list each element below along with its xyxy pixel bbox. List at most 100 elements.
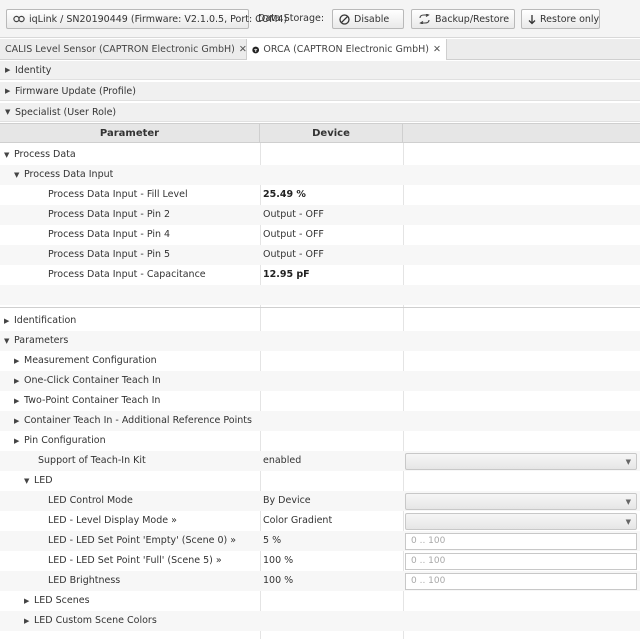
tab-orca-label: ORCA (CAPTRON Electronic GmbH)	[263, 44, 430, 55]
param-label: Process Data Input - Pin 5	[48, 249, 171, 260]
set-point-empty-input[interactable]: 0 .. 100	[405, 533, 637, 550]
collapse-triangle-icon: ▼	[5, 108, 11, 116]
tree-row-parameters[interactable]: ▼ Parameters	[0, 331, 640, 351]
param-row-led-control-mode: LED Control Mode By Device ▼	[0, 491, 640, 511]
collapse-triangle-icon: ▼	[24, 477, 30, 485]
tree-row-one-click-teach[interactable]: ▶ One-Click Container Teach In	[0, 371, 640, 391]
tree-row-label: ▶ One-Click Container Teach In	[14, 371, 161, 391]
collapse-triangle-icon: ▼	[4, 337, 10, 345]
tree-row-process-data[interactable]: ▼ Process Data	[0, 145, 640, 165]
tree-row-label: ▼ Process Data Input	[14, 165, 113, 185]
param-label: LED - Level Display Mode »	[48, 515, 177, 526]
empty-row	[0, 285, 640, 305]
close-icon[interactable]: ✕	[239, 44, 247, 55]
tree-row-led[interactable]: ▼ LED	[0, 471, 640, 491]
tree-row-measurement-configuration[interactable]: ▶ Measurement Configuration	[0, 351, 640, 371]
section-identity[interactable]: ▶ Identity	[0, 61, 640, 80]
led-control-mode-dropdown[interactable]: ▼	[405, 493, 637, 510]
tree-row-label: ▶ LED Scenes	[24, 591, 90, 611]
param-row-pin-2: Process Data Input - Pin 2 Output - OFF	[0, 205, 640, 225]
section-firmware-update[interactable]: ▶ Firmware Update (Profile)	[0, 82, 640, 101]
expand-triangle-icon: ▶	[14, 397, 20, 405]
param-value: Color Gradient	[263, 515, 333, 526]
toolbar: iqLink / SN20190449 (Firmware: V2.1.0.5,…	[0, 0, 640, 38]
teach-in-kit-dropdown[interactable]: ▼	[405, 453, 637, 470]
tab-calis-label: CALIS Level Sensor (CAPTRON Electronic G…	[5, 44, 235, 55]
restore-only-button[interactable]: Restore only	[521, 9, 600, 29]
param-row-fill-level: Process Data Input - Fill Level 25.49 %	[0, 185, 640, 205]
param-row-pin-5: Process Data Input - Pin 5 Output - OFF	[0, 245, 640, 265]
tree-row-process-data-input[interactable]: ▼ Process Data Input	[0, 165, 640, 185]
level-display-mode-dropdown[interactable]: ▼	[405, 513, 637, 530]
tree-row-label: ▼ LED	[24, 471, 53, 491]
data-storage-label: Data Storage:	[258, 13, 325, 24]
param-row-level-display-mode: LED - Level Display Mode » Color Gradien…	[0, 511, 640, 531]
param-label: LED - LED Set Point 'Full' (Scene 5) »	[48, 555, 222, 566]
param-label: Process Data Input - Capacitance	[48, 269, 206, 280]
tab-calis-level-sensor[interactable]: CALIS Level Sensor (CAPTRON Electronic G…	[0, 39, 247, 60]
backup-restore-label: Backup/Restore	[435, 13, 510, 25]
expand-triangle-icon: ▶	[14, 357, 20, 365]
chevron-down-icon: ▼	[625, 518, 631, 526]
tree-row-label: ▶ Two-Point Container Teach In	[14, 391, 160, 411]
tree-row-led-custom-scene-colors[interactable]: ▶ LED Custom Scene Colors	[0, 611, 640, 631]
param-row-set-point-empty: LED - LED Set Point 'Empty' (Scene 0) » …	[0, 531, 640, 551]
column-header-device[interactable]: Device	[260, 124, 403, 143]
close-icon[interactable]: ✕	[433, 44, 441, 55]
led-brightness-input[interactable]: 0 .. 100	[405, 573, 637, 590]
param-row-led-brightness: LED Brightness 100 % 0 .. 100	[0, 571, 640, 591]
section-identity-label: Identity	[15, 64, 52, 76]
orca-device-icon	[252, 46, 260, 53]
tree-row-identification[interactable]: ▶ Identification	[0, 311, 640, 331]
param-label: LED Brightness	[48, 575, 121, 586]
section-firmware-label: Firmware Update (Profile)	[15, 85, 136, 97]
parameter-grid-header: Parameter Device	[0, 123, 640, 143]
tree-row-led-scenes[interactable]: ▶ LED Scenes	[0, 591, 640, 611]
param-value: 100 %	[263, 575, 294, 586]
tree-row-label: ▶ Container Teach In - Additional Referen…	[14, 411, 252, 431]
tree-row-pin-configuration[interactable]: ▶ Pin Configuration	[0, 431, 640, 451]
no-entry-icon	[339, 13, 350, 25]
chevron-down-icon: ▼	[625, 458, 631, 466]
param-row-teach-in-kit: Support of Teach-In Kit enabled ▼	[0, 451, 640, 471]
param-label: Process Data Input - Fill Level	[48, 189, 188, 200]
device-tab-bar: CALIS Level Sensor (CAPTRON Electronic G…	[0, 39, 640, 60]
column-header-parameter[interactable]: Parameter	[0, 124, 260, 143]
param-value: Output - OFF	[263, 229, 324, 240]
collapse-triangle-icon: ▼	[14, 171, 20, 179]
tree-row-label: ▶ Pin Configuration	[14, 431, 106, 451]
collapse-triangle-icon: ▼	[4, 151, 10, 159]
device-connection-button[interactable]: iqLink / SN20190449 (Firmware: V2.1.0.5,…	[6, 9, 287, 29]
param-row-set-point-full: LED - LED Set Point 'Full' (Scene 5) » 1…	[0, 551, 640, 571]
restore-only-label: Restore only	[540, 13, 600, 25]
param-value: By Device	[263, 495, 311, 506]
expand-triangle-icon: ▶	[14, 417, 20, 425]
expand-triangle-icon: ▶	[24, 597, 30, 605]
param-value: 25.49 %	[263, 189, 306, 200]
expand-triangle-icon: ▶	[5, 66, 11, 74]
disable-button[interactable]: Disable	[332, 9, 404, 29]
tree-row-additional-reference-points[interactable]: ▶ Container Teach In - Additional Referen…	[0, 411, 640, 431]
param-value: 100 %	[263, 555, 294, 566]
tab-orca[interactable]: ORCA (CAPTRON Electronic GmbH) ✕	[247, 39, 447, 60]
backup-restore-button[interactable]: Backup/Restore	[411, 9, 515, 29]
param-row-pin-4: Process Data Input - Pin 4 Output - OFF	[0, 225, 640, 245]
param-value: Output - OFF	[263, 249, 324, 260]
param-value: 5 %	[263, 535, 282, 546]
set-point-full-input[interactable]: 0 .. 100	[405, 553, 637, 570]
tree-row-two-point-teach[interactable]: ▶ Two-Point Container Teach In	[0, 391, 640, 411]
tree-row-label: ▶ Measurement Configuration	[14, 351, 157, 371]
param-label: LED - LED Set Point 'Empty' (Scene 0) »	[48, 535, 237, 546]
backup-arrows-icon	[419, 14, 430, 24]
param-label: Process Data Input - Pin 2	[48, 209, 171, 220]
restore-arrow-icon	[528, 14, 536, 24]
tree-row-label: ▼ Process Data	[4, 145, 76, 165]
expand-triangle-icon: ▶	[14, 377, 20, 385]
expand-triangle-icon: ▶	[5, 87, 11, 95]
param-value: Output - OFF	[263, 209, 324, 220]
section-specialist[interactable]: ▼ Specialist (User Role)	[0, 103, 640, 122]
disable-label: Disable	[354, 13, 390, 25]
param-value: 12.95 pF	[263, 269, 310, 280]
section-specialist-label: Specialist (User Role)	[15, 106, 117, 118]
tree-row-label: ▶ LED Custom Scene Colors	[24, 611, 157, 631]
